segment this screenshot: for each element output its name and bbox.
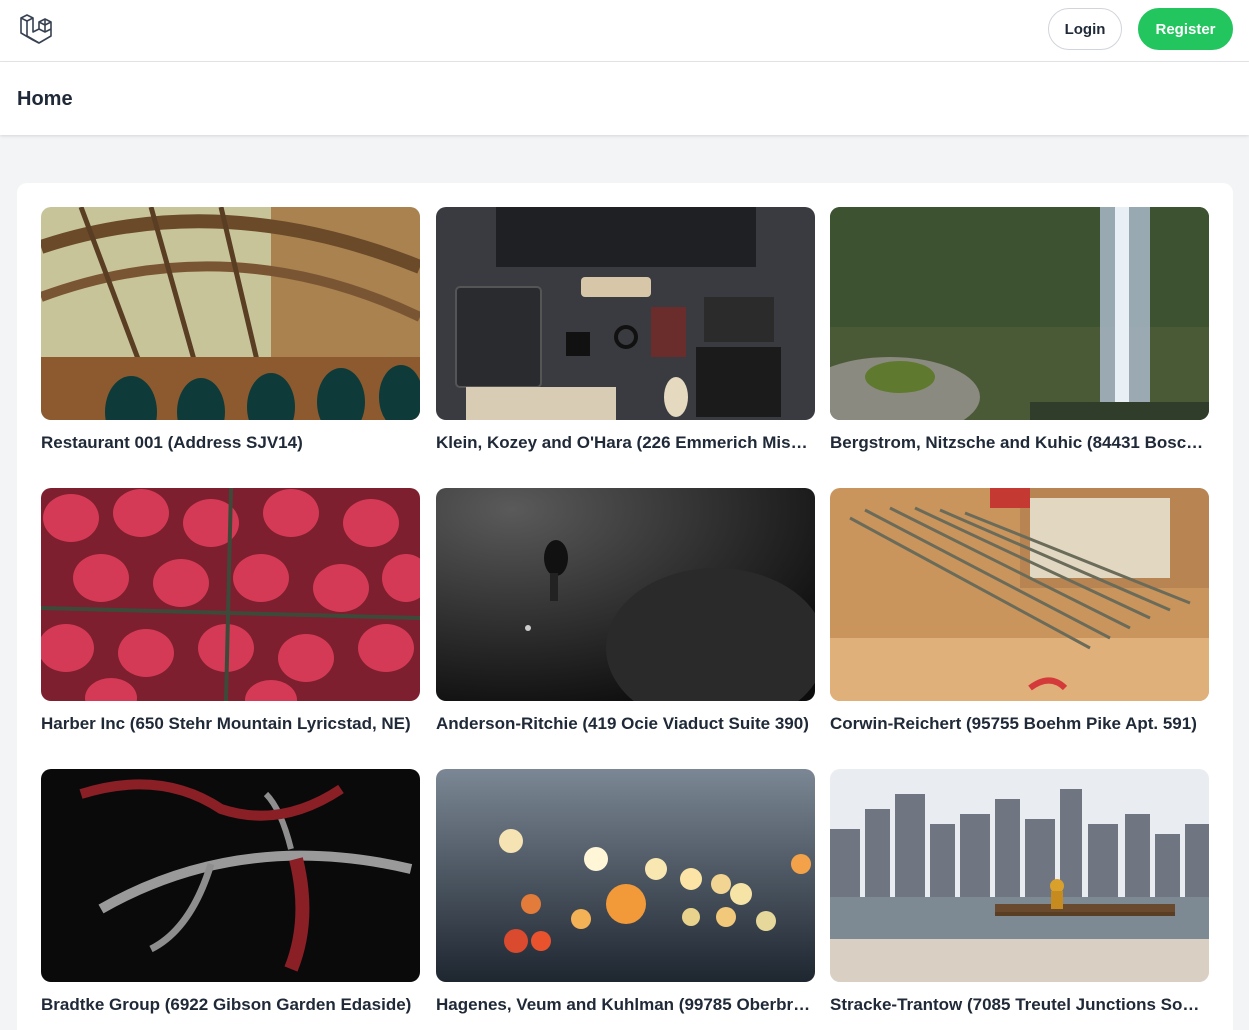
restaurant-name[interactable]: Bradtke Group (6922 Gibson Garden Edasid…: [41, 995, 420, 1015]
restaurant-name[interactable]: Bergstrom, Nitzsche and Kuhic (84431 Bos…: [830, 433, 1209, 453]
restaurant-card[interactable]: Anderson-Ritchie (419 Ocie Viaduct Suite…: [436, 488, 815, 734]
antler-ribbon-photo[interactable]: [41, 769, 420, 982]
bridge-arches-photo[interactable]: [41, 207, 420, 420]
laravel-logo-icon[interactable]: [19, 12, 53, 46]
bokeh-lights-photo[interactable]: [436, 769, 815, 982]
page-title: Home: [17, 88, 73, 110]
restaurant-card[interactable]: Bergstrom, Nitzsche and Kuhic (84431 Bos…: [830, 207, 1209, 453]
restaurant-card[interactable]: Corwin-Reichert (95755 Boehm Pike Apt. 5…: [830, 488, 1209, 734]
restaurant-card[interactable]: Klein, Kozey and O'Hara (226 Emmerich Mi…: [436, 207, 815, 453]
page-header: Home: [0, 62, 1249, 135]
desk-flatlay-photo[interactable]: [436, 207, 815, 420]
diver-photo[interactable]: [436, 488, 815, 701]
restaurant-card[interactable]: Bradtke Group (6922 Gibson Garden Edasid…: [41, 769, 420, 1015]
restaurant-name[interactable]: Restaurant 001 (Address SJV14): [41, 433, 420, 453]
restaurant-name[interactable]: Klein, Kozey and O'Hara (226 Emmerich Mi…: [436, 433, 815, 453]
restaurant-name[interactable]: Corwin-Reichert (95755 Boehm Pike Apt. 5…: [830, 714, 1209, 734]
restaurant-name[interactable]: Harber Inc (650 Stehr Mountain Lyricstad…: [41, 714, 420, 734]
register-button[interactable]: Register: [1138, 8, 1233, 50]
restaurant-card[interactable]: Hagenes, Veum and Kuhlman (99785 Oberbru…: [436, 769, 815, 1015]
login-button[interactable]: Login: [1048, 8, 1122, 50]
waterfall-photo[interactable]: [830, 207, 1209, 420]
top-navbar: Login Register: [0, 0, 1249, 62]
restaurant-name[interactable]: Hagenes, Veum and Kuhlman (99785 Oberbru…: [436, 995, 815, 1015]
pencils-photo[interactable]: [830, 488, 1209, 701]
restaurant-name[interactable]: Anderson-Ritchie (419 Ocie Viaduct Suite…: [436, 714, 815, 734]
restaurant-name[interactable]: Stracke-Trantow (7085 Treutel Junctions …: [830, 995, 1209, 1015]
city-skyline-photo[interactable]: [830, 769, 1209, 982]
restaurant-card[interactable]: Restaurant 001 (Address SJV14): [41, 207, 420, 453]
restaurant-card[interactable]: Harber Inc (650 Stehr Mountain Lyricstad…: [41, 488, 420, 734]
strawberries-photo[interactable]: [41, 488, 420, 701]
restaurant-grid-panel: Restaurant 001 (Address SJV14) Klein, Ko…: [17, 183, 1233, 1030]
restaurant-card[interactable]: Stracke-Trantow (7085 Treutel Junctions …: [830, 769, 1209, 1015]
